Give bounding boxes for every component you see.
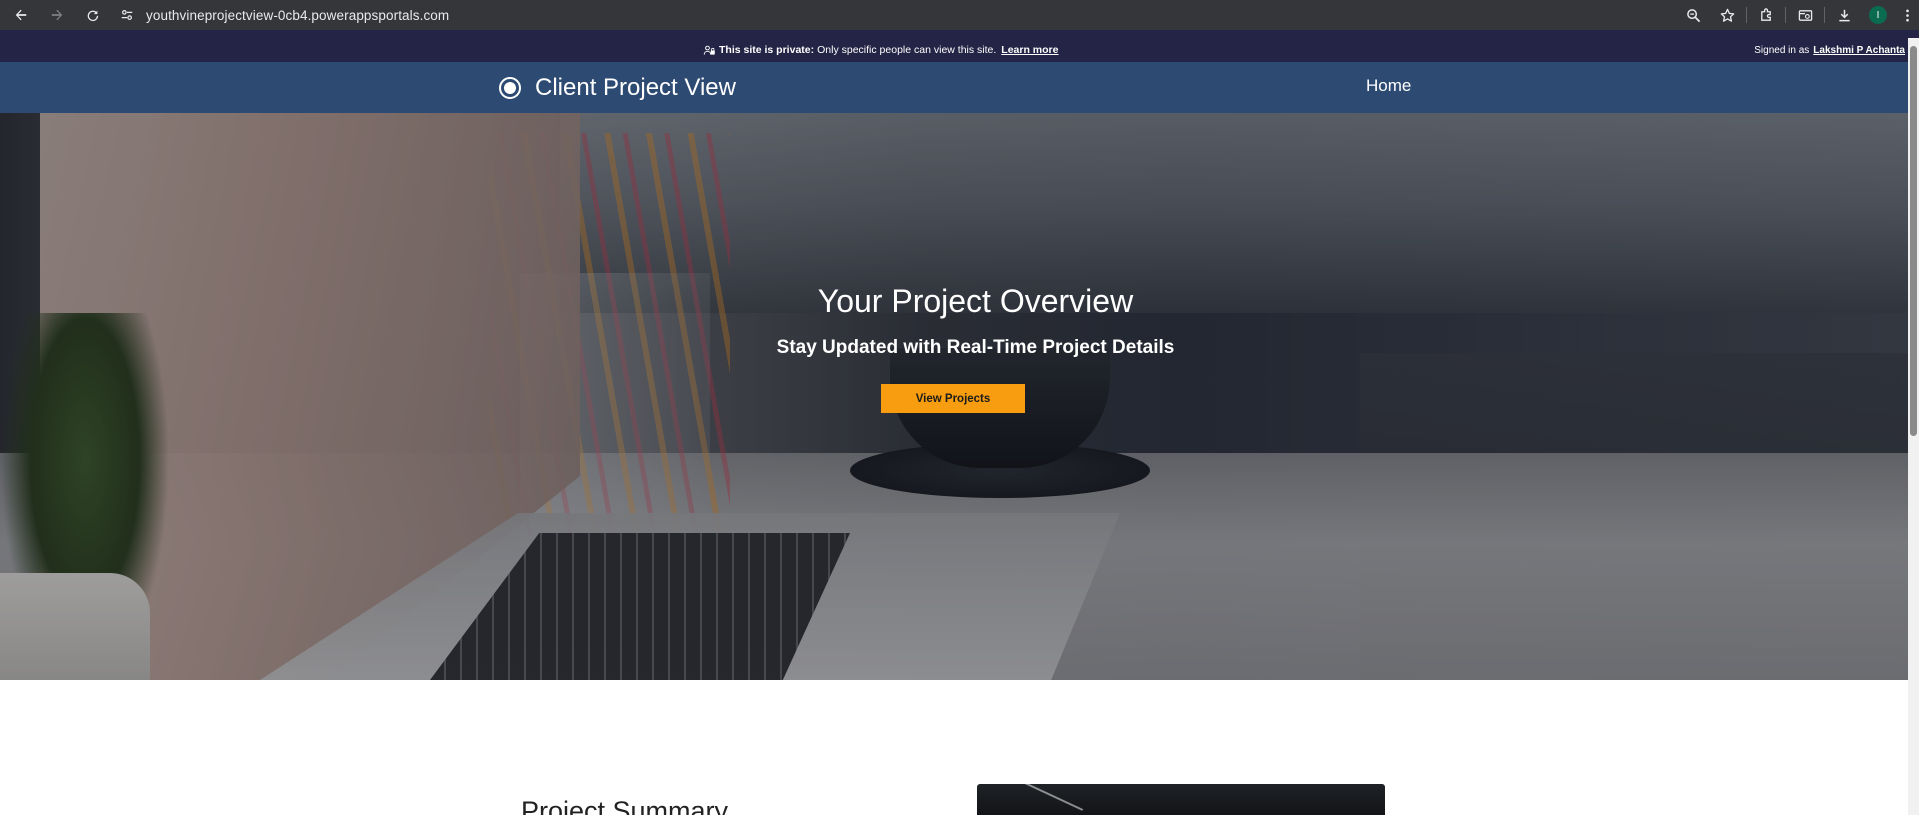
tab-search-icon[interactable] — [1788, 0, 1822, 30]
site-info-icon[interactable] — [120, 8, 134, 22]
site-header: Client Project View Home — [0, 62, 1908, 113]
profile-initial: I — [1869, 6, 1887, 24]
brand-link[interactable]: Client Project View — [499, 62, 736, 113]
signed-in-label: Signed in as — [1754, 44, 1810, 56]
page-top-strip — [0, 30, 1919, 38]
hero-section: Your Project Overview Stay Updated with … — [0, 113, 1908, 680]
url-text[interactable]: youthvineprojectview-0cb4.powerappsporta… — [146, 8, 449, 23]
project-summary-heading: Project Summary — [521, 796, 729, 815]
project-summary-image — [977, 784, 1385, 815]
reload-icon[interactable] — [80, 2, 106, 28]
extensions-icon[interactable] — [1749, 0, 1783, 30]
learn-more-link[interactable]: Learn more — [1001, 44, 1058, 56]
zoom-icon[interactable] — [1676, 0, 1710, 30]
hero-title: Your Project Overview — [817, 283, 1134, 319]
forward-icon[interactable] — [44, 2, 70, 28]
profile-avatar[interactable]: I — [1861, 0, 1895, 30]
page-scrollbar-thumb[interactable] — [1910, 46, 1917, 436]
private-site-banner: This site is private: Only specific peop… — [0, 38, 1908, 62]
browser-toolbar: youthvineprojectview-0cb4.powerappsporta… — [0, 0, 1919, 30]
signed-in-user-link[interactable]: Lakshmi P Achanta — [1813, 45, 1905, 56]
nav-home-link[interactable]: Home — [1366, 76, 1411, 96]
back-icon[interactable] — [8, 2, 34, 28]
toolbar-divider — [1785, 7, 1786, 23]
private-label: This site is private: — [719, 44, 815, 56]
download-icon[interactable] — [1827, 0, 1861, 30]
brand-name: Client Project View — [535, 73, 736, 101]
toolbar-divider — [1746, 7, 1747, 23]
private-people-icon — [703, 44, 716, 57]
view-projects-button[interactable]: View Projects — [881, 384, 1025, 413]
toolbar-divider — [1824, 7, 1825, 23]
hero-subtitle: Stay Updated with Real-Time Project Deta… — [776, 337, 1175, 358]
menu-icon[interactable] — [1895, 0, 1919, 30]
bookmark-star-icon[interactable] — [1710, 0, 1744, 30]
hero-content: Your Project Overview Stay Updated with … — [0, 113, 1908, 680]
private-text: Only specific people can view this site. — [817, 44, 997, 56]
brand-logo-icon — [499, 76, 521, 99]
address-bar[interactable]: youthvineprojectview-0cb4.powerappsporta… — [120, 2, 449, 28]
